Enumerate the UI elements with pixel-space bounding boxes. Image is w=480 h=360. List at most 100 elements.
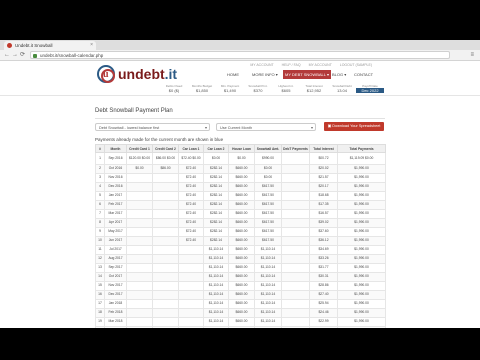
url-input[interactable]: undebt.it/snowball-calendar.php [30, 51, 450, 59]
table-cell: $660.00 [228, 254, 255, 264]
table-cell [178, 317, 204, 327]
table-row: 10 Jun 2017 $72.40 $282.14 $660.00 $617.50 $36… [95, 236, 386, 246]
table-cell [281, 218, 310, 228]
utility-link[interactable]: HELP / FAQ [282, 63, 301, 67]
table-cell [281, 173, 310, 183]
table-cell: $72.40 [178, 218, 204, 228]
table-cell: $22.99 [309, 317, 338, 327]
stat-item-payoff: Payoff Date Dec 2022 [356, 84, 384, 93]
column-header: House Loan [228, 144, 255, 153]
table-cell: $282.14 [203, 173, 229, 183]
close-tab-icon[interactable]: × [90, 41, 93, 50]
browser-menu-icon[interactable]: ≡ [470, 51, 474, 59]
table-row: 4 Dec 2016 $72.40 $282.14 $660.00 $617.50 $20.… [95, 182, 386, 192]
back-icon[interactable]: ← [4, 51, 10, 59]
table-cell [281, 245, 310, 255]
utility-link[interactable]: MY ACCOUNT [309, 63, 332, 67]
nav-my-debt-snowball[interactable]: MY DEBT SNOWBALL ▾ [283, 70, 331, 79]
chevron-down-icon: ▾ [310, 125, 313, 130]
table-cell: 5 [95, 191, 105, 201]
table-cell: $617.50 [254, 236, 282, 246]
utility-link[interactable]: MY ACCOUNT [250, 63, 273, 67]
table-cell [281, 317, 310, 327]
utility-link[interactable]: LOGOUT (SAMPLE) [340, 63, 372, 67]
table-cell [152, 272, 179, 282]
table-cell: $1,990.00 [337, 164, 386, 174]
table-row: 15 Nov 2017 $1,110.14 $660.00 $1,110.14 $28.8… [95, 281, 386, 291]
month-select[interactable]: Use Current Month ▾ [216, 123, 316, 131]
table-row: 11 Jul 2017 $1,110.14 $660.00 $1,110.14 $34.6… [95, 245, 386, 255]
table-cell: $0.00 [203, 152, 229, 165]
table-cell [178, 281, 204, 291]
browser-tab[interactable]: Undebt.it Snowball × [4, 41, 96, 50]
column-header: DebT Payments [281, 144, 310, 153]
plan-select[interactable]: Debt Snowball - lowest balance first ▾ [95, 123, 210, 131]
table-cell: $1,990.00 [337, 263, 386, 273]
column-header: Car Loan 1 [178, 144, 204, 153]
table-cell [126, 200, 153, 210]
table-cell [152, 254, 179, 264]
table-cell: $39.02 [309, 218, 338, 228]
table-cell: $617.50 [254, 200, 282, 210]
table-cell [281, 152, 310, 165]
nav-contact[interactable]: CONTACT [352, 70, 375, 79]
table-cell: $18.68 [309, 191, 338, 201]
table-cell: $0.00 [254, 173, 282, 183]
favicon-icon [7, 43, 12, 48]
download-spreadsheet-button[interactable]: ▣ Download Your Spreadsheet [324, 122, 384, 131]
utility-links: MY ACCOUNT HELP / FAQ MY ACCOUNT LOGOUT … [243, 63, 372, 67]
table-cell [152, 263, 179, 273]
table-cell: $660.00 [228, 317, 255, 327]
table-cell: 1 [95, 152, 105, 165]
table-cell: $25.94 [309, 299, 338, 309]
table-cell [126, 290, 153, 300]
table-cell: 18 [95, 308, 105, 318]
stat-item: Highest Int. $605 [278, 84, 294, 93]
logo-text: undebt.it [118, 66, 178, 82]
table-cell: $27.40 [309, 290, 338, 300]
table-cell: $72.40 [178, 191, 204, 201]
table-row: 9 May 2017 $72.40 $282.14 $660.00 $617.50 $37.… [95, 227, 386, 237]
stat-item: Months Budget $1,850 [191, 84, 213, 93]
table-cell: Dec 2016 [104, 182, 127, 192]
table-cell [126, 245, 153, 255]
stat-item: Debts Owed $0 ($) [165, 84, 183, 93]
table-row: 2 Oct 2016 $0.00 $86.00 $72.40 $282.14 $660.00… [95, 164, 386, 174]
forward-icon[interactable]: → [12, 51, 18, 59]
table-cell: $00.72 [309, 152, 338, 165]
table-cell: $1,110.14 [254, 290, 282, 300]
table-cell [178, 245, 204, 255]
table-cell: $72.40 [178, 236, 204, 246]
table-cell [281, 299, 310, 309]
table-cell: $660.00 [228, 209, 255, 219]
page-title: Debt Snowball Payment Plan [95, 108, 173, 114]
table-cell: $660.00 [228, 236, 255, 246]
table-cell: 8 [95, 218, 105, 228]
stat-item: Min. Payment $1,490 [220, 84, 240, 93]
table-cell: $282.14 [203, 200, 229, 210]
table-cell [126, 218, 153, 228]
table-cell: $17.35 [309, 200, 338, 210]
nav-blog[interactable]: BLOG ▾ [330, 70, 348, 79]
browser-window: Undebt.it Snowball × ← → ⟳ undebt.it/sno… [0, 40, 480, 328]
table-cell [126, 281, 153, 291]
nav-more-info[interactable]: MORE INFO ▾ [250, 70, 280, 79]
table-row: 17 Jan 2018 $1,110.14 $660.00 $1,110.14 $25.9… [95, 299, 386, 309]
table-cell: 10 [95, 236, 105, 246]
table-cell [152, 209, 179, 219]
table-cell: 2 [95, 164, 105, 174]
table-cell: $660.00 [228, 182, 255, 192]
table-cell: $1,110.14 [254, 272, 282, 282]
table-cell: Dec 2017 [104, 290, 127, 300]
table-cell: $660.00 [228, 272, 255, 282]
table-cell: Feb 2017 [104, 200, 127, 210]
table-cell [152, 281, 179, 291]
table-row: 14 Oct 2017 $1,110.14 $660.00 $1,110.14 $30.3… [95, 272, 386, 282]
table-cell: $1,990.00 [337, 272, 386, 282]
table-cell: $72.40 [178, 182, 204, 192]
nav-home[interactable]: HOME [225, 70, 241, 79]
reload-icon[interactable]: ⟳ [20, 51, 25, 59]
table-cell: $72.40 [178, 164, 204, 174]
table-cell: $72.40 [178, 173, 204, 183]
table-cell: $1,110.14 [203, 299, 229, 309]
